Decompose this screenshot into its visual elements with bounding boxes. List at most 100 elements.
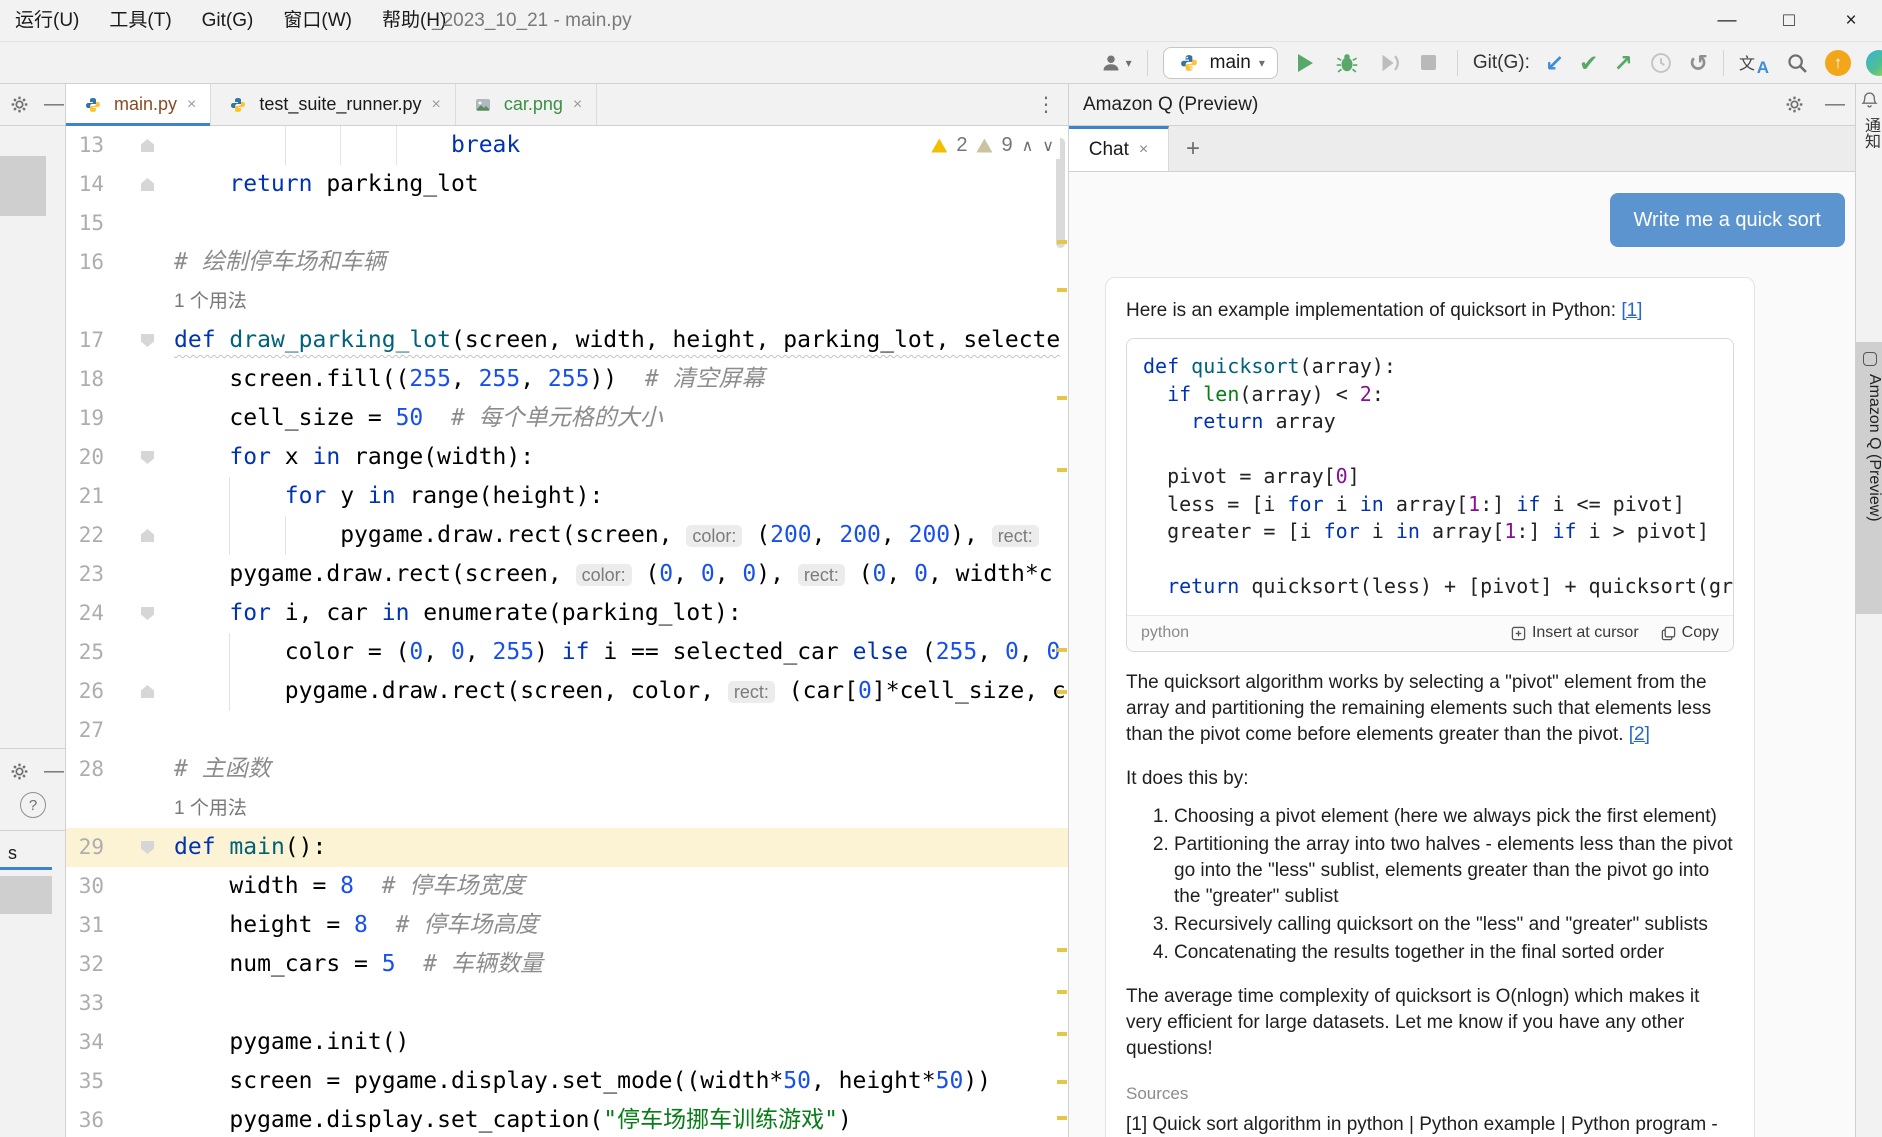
left-partial-tab[interactable]: s xyxy=(0,836,65,870)
fold-marker-icon[interactable] xyxy=(141,139,154,152)
code-text[interactable]: width = 8 # 停车场宽度 xyxy=(174,867,1068,906)
user-account-button[interactable]: ▾ xyxy=(1098,50,1132,76)
hide-panel-icon[interactable]: — xyxy=(1825,93,1845,116)
code-text[interactable]: for y in range(height): xyxy=(174,477,1068,516)
code-text[interactable]: pygame.display.set_caption("停车场挪车训练游戏") xyxy=(174,1101,1068,1137)
coverage-button[interactable] xyxy=(1375,50,1401,76)
gutter[interactable] xyxy=(110,360,174,399)
gutter[interactable] xyxy=(110,1101,174,1137)
tab-options-kebab-icon[interactable]: ⋮ xyxy=(1036,92,1056,117)
gear-icon[interactable] xyxy=(6,92,32,118)
gutter[interactable] xyxy=(110,711,174,750)
error-stripe-mark[interactable] xyxy=(1057,648,1067,652)
gutter[interactable] xyxy=(110,516,174,555)
gutter[interactable] xyxy=(110,828,174,867)
gear-icon[interactable] xyxy=(6,758,32,784)
gutter[interactable] xyxy=(110,555,174,594)
git-update-button[interactable]: ↙ xyxy=(1545,50,1564,76)
fold-marker-icon[interactable] xyxy=(141,451,154,464)
error-stripe-mark[interactable] xyxy=(1057,396,1067,400)
inspections-widget[interactable]: 2 9 ∧ ∨ xyxy=(925,132,1060,159)
gutter[interactable] xyxy=(110,321,174,360)
insert-at-cursor-button[interactable]: Insert at cursor xyxy=(1511,624,1639,642)
close-icon[interactable]: × xyxy=(573,96,582,114)
error-stripe-mark[interactable] xyxy=(1057,690,1067,694)
toolwindow-tab-notifications[interactable]: 通知 xyxy=(1856,117,1882,149)
code-text[interactable]: pygame.draw.rect(screen, color: (0, 0, 0… xyxy=(174,555,1068,594)
gutter[interactable] xyxy=(110,984,174,1023)
gutter[interactable] xyxy=(110,204,174,243)
gutter[interactable] xyxy=(110,633,174,672)
gear-icon[interactable] xyxy=(1781,92,1807,118)
gutter[interactable] xyxy=(110,750,174,789)
citation-link-2[interactable]: [2] xyxy=(1629,724,1650,745)
code-text[interactable]: # 主函数 xyxy=(174,750,1068,789)
code-text[interactable]: return parking_lot xyxy=(174,165,1068,204)
citation-link-1[interactable]: [1] xyxy=(1621,300,1642,321)
gutter[interactable] xyxy=(110,126,174,165)
menu-git[interactable]: Git(G) xyxy=(187,0,269,42)
code-text[interactable]: for i, car in enumerate(parking_lot): xyxy=(174,594,1068,633)
fold-marker-icon[interactable] xyxy=(141,178,154,191)
debug-button[interactable] xyxy=(1334,50,1360,76)
error-stripe-mark[interactable] xyxy=(1057,240,1067,244)
gutter[interactable] xyxy=(110,399,174,438)
new-chat-tab-button[interactable]: + xyxy=(1169,126,1217,171)
gutter[interactable] xyxy=(110,165,174,204)
plugin-icon[interactable] xyxy=(1866,50,1882,76)
toolwindow-tab-amazon-q[interactable]: Amazon Q (Preview) xyxy=(1856,342,1882,614)
help-icon[interactable]: ? xyxy=(20,792,46,818)
run-button[interactable] xyxy=(1293,50,1319,76)
error-stripe-mark[interactable] xyxy=(1057,990,1067,994)
error-stripe-mark[interactable] xyxy=(1057,1116,1067,1120)
gutter[interactable] xyxy=(110,867,174,906)
code-text[interactable]: screen = pygame.display.set_mode((width*… xyxy=(174,1062,1068,1101)
close-icon[interactable]: × xyxy=(1139,141,1148,159)
code-text[interactable] xyxy=(174,984,1068,1023)
fold-marker-icon[interactable] xyxy=(141,685,154,698)
history-clock-icon[interactable] xyxy=(1648,50,1674,76)
code-text[interactable] xyxy=(174,204,1068,243)
code-text[interactable]: pygame.init() xyxy=(174,1023,1068,1062)
code-text[interactable]: color = (0, 0, 255) if i == selected_car… xyxy=(174,633,1068,672)
run-configuration-select[interactable]: main ▾ xyxy=(1163,47,1278,79)
code-text[interactable]: # 绘制停车场和车辆 xyxy=(174,243,1068,282)
copy-button[interactable]: Copy xyxy=(1661,624,1719,642)
source-title-link[interactable]: [1] Quick sort algorithm in python | Pyt… xyxy=(1126,1112,1734,1137)
code-text[interactable]: cell_size = 50 # 每个单元格的大小 xyxy=(174,399,1068,438)
close-icon[interactable]: × xyxy=(187,96,196,114)
menu-window[interactable]: 窗口(W) xyxy=(268,0,367,42)
tab-test-suite-runner-py[interactable]: test_suite_runner.py × xyxy=(211,84,455,125)
ide-update-badge[interactable]: ↑ xyxy=(1825,50,1851,76)
stop-button[interactable] xyxy=(1416,50,1442,76)
code-text[interactable]: num_cars = 5 # 车辆数量 xyxy=(174,945,1068,984)
fold-marker-icon[interactable] xyxy=(141,529,154,542)
code-text[interactable]: 1 个用法 xyxy=(174,789,1068,828)
fold-marker-icon[interactable] xyxy=(141,334,154,347)
fold-marker-icon[interactable] xyxy=(141,841,154,854)
error-stripe-mark[interactable] xyxy=(1057,468,1067,472)
fold-marker-icon[interactable] xyxy=(141,607,154,620)
rollback-button[interactable]: ↺ xyxy=(1689,50,1708,76)
code-text[interactable]: screen.fill((255, 255, 255)) # 清空屏幕 xyxy=(174,360,1068,399)
code-text[interactable] xyxy=(174,711,1068,750)
hide-panel-icon[interactable]: — xyxy=(44,93,64,116)
code-text[interactable]: def draw_parking_lot(screen, width, heig… xyxy=(174,321,1068,360)
gutter[interactable] xyxy=(110,672,174,711)
tab-car-png[interactable]: car.png × xyxy=(456,84,597,125)
hide-panel-icon[interactable]: — xyxy=(44,760,64,783)
code-text[interactable]: height = 8 # 停车场高度 xyxy=(174,906,1068,945)
gutter[interactable] xyxy=(110,438,174,477)
gutter[interactable] xyxy=(110,789,174,828)
menu-run[interactable]: 运行(U) xyxy=(0,0,94,42)
code-text[interactable]: def main(): xyxy=(174,828,1068,867)
tab-main-py[interactable]: main.py × xyxy=(66,84,211,125)
minimize-button[interactable]: — xyxy=(1696,0,1758,42)
next-issue-button[interactable]: ∨ xyxy=(1042,136,1054,156)
code-text[interactable]: 1 个用法 xyxy=(174,282,1068,321)
error-stripe-mark[interactable] xyxy=(1057,1080,1067,1084)
gutter[interactable] xyxy=(110,282,174,321)
error-stripe-mark[interactable] xyxy=(1057,948,1067,952)
gutter[interactable] xyxy=(110,1023,174,1062)
gutter[interactable] xyxy=(110,594,174,633)
